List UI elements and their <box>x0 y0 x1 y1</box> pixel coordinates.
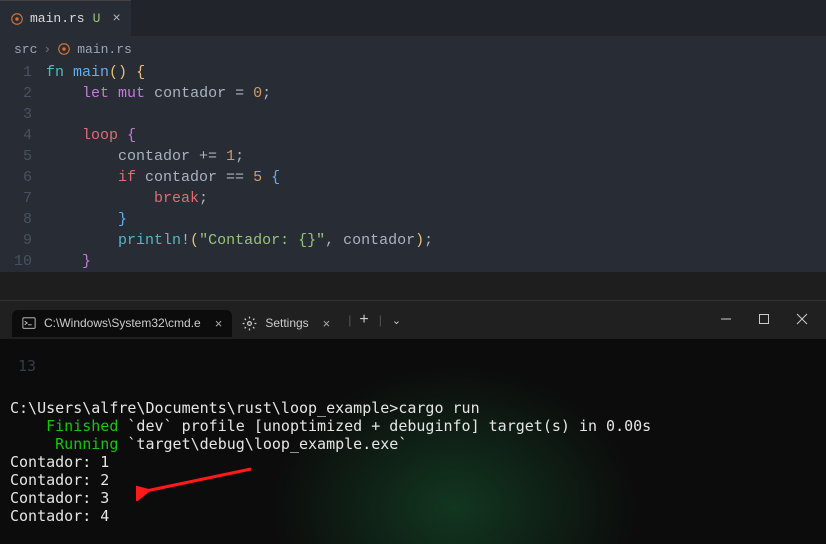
rust-icon <box>10 12 24 26</box>
terminal-tab-settings[interactable]: Settings × <box>232 310 340 337</box>
line-number: 4 <box>0 125 32 146</box>
terminal-running-rest: `target\debug\loop_example.exe` <box>118 435 407 453</box>
terminal-tabs: C:\Windows\System32\cmd.e × Settings × |… <box>12 304 401 337</box>
new-tab-button[interactable]: + <box>359 311 368 329</box>
terminal-output-line: Contador: 1 <box>10 453 109 471</box>
breadcrumb-folder: src <box>14 42 37 57</box>
close-icon[interactable]: × <box>323 316 331 331</box>
terminal-tab-label: C:\Windows\System32\cmd.e <box>44 316 201 330</box>
cmd-icon <box>22 316 36 330</box>
line-number: 5 <box>0 146 32 167</box>
gear-icon <box>242 316 257 331</box>
terminal-command: cargo run <box>398 399 479 417</box>
close-button[interactable] <box>796 313 808 328</box>
editor-tab-bar: main.rs U × <box>0 0 826 36</box>
line-number: 7 <box>0 188 32 209</box>
line-number: 9 <box>0 230 32 251</box>
breadcrumb-file: main.rs <box>77 42 132 57</box>
code-editor[interactable]: 1 2 3 4 5 6 7 8 9 10 fn main() { let mut… <box>0 62 826 272</box>
close-icon[interactable]: × <box>112 11 120 27</box>
terminal-finished-rest: `dev` profile [unoptimized + debuginfo] … <box>118 417 651 435</box>
terminal-prompt: C:\Users\alfre\Documents\rust\loop_examp… <box>10 399 398 417</box>
terminal-output-line: Contador: 4 <box>10 507 109 525</box>
terminal-output-line: Contador: 3 <box>10 489 109 507</box>
terminal-tab-label: Settings <box>265 316 308 330</box>
line-number: 2 <box>0 83 32 104</box>
line-number: 8 <box>0 209 32 230</box>
tab-filename: main.rs <box>30 11 85 26</box>
line-gutter: 1 2 3 4 5 6 7 8 9 10 <box>0 62 46 272</box>
chevron-right-icon: › <box>43 42 51 57</box>
editor-tab-main-rs[interactable]: main.rs U × <box>0 0 131 36</box>
terminal-output[interactable]: 13 C:\Users\alfre\Documents\rust\loop_ex… <box>0 339 826 535</box>
close-icon[interactable]: × <box>215 316 223 331</box>
code-content[interactable]: fn main() { let mut contador = 0; loop {… <box>46 62 433 272</box>
tab-modified-marker: U <box>93 11 101 26</box>
terminal-panel: C:\Windows\System32\cmd.e × Settings × |… <box>0 300 826 544</box>
terminal-titlebar: C:\Windows\System32\cmd.e × Settings × |… <box>0 301 826 339</box>
minimize-button[interactable] <box>720 313 732 328</box>
line-number: 6 <box>0 167 32 188</box>
breadcrumb[interactable]: src › main.rs <box>0 36 826 62</box>
line-number: 3 <box>0 104 32 125</box>
line-number: 10 <box>0 251 32 272</box>
ghost-line-number: 13 <box>18 357 36 375</box>
terminal-tab-cmd[interactable]: C:\Windows\System32\cmd.e × <box>12 310 232 337</box>
terminal-finished-label: Finished <box>46 417 118 435</box>
separator: | <box>348 313 351 327</box>
terminal-output-line: Contador: 2 <box>10 471 109 489</box>
line-number: 1 <box>0 62 32 83</box>
separator: | <box>379 313 382 327</box>
terminal-running-label: Running <box>55 435 118 453</box>
rust-icon <box>57 42 71 56</box>
maximize-button[interactable] <box>758 313 770 328</box>
window-controls <box>720 313 814 328</box>
chevron-down-icon[interactable]: ⌄ <box>392 314 401 327</box>
